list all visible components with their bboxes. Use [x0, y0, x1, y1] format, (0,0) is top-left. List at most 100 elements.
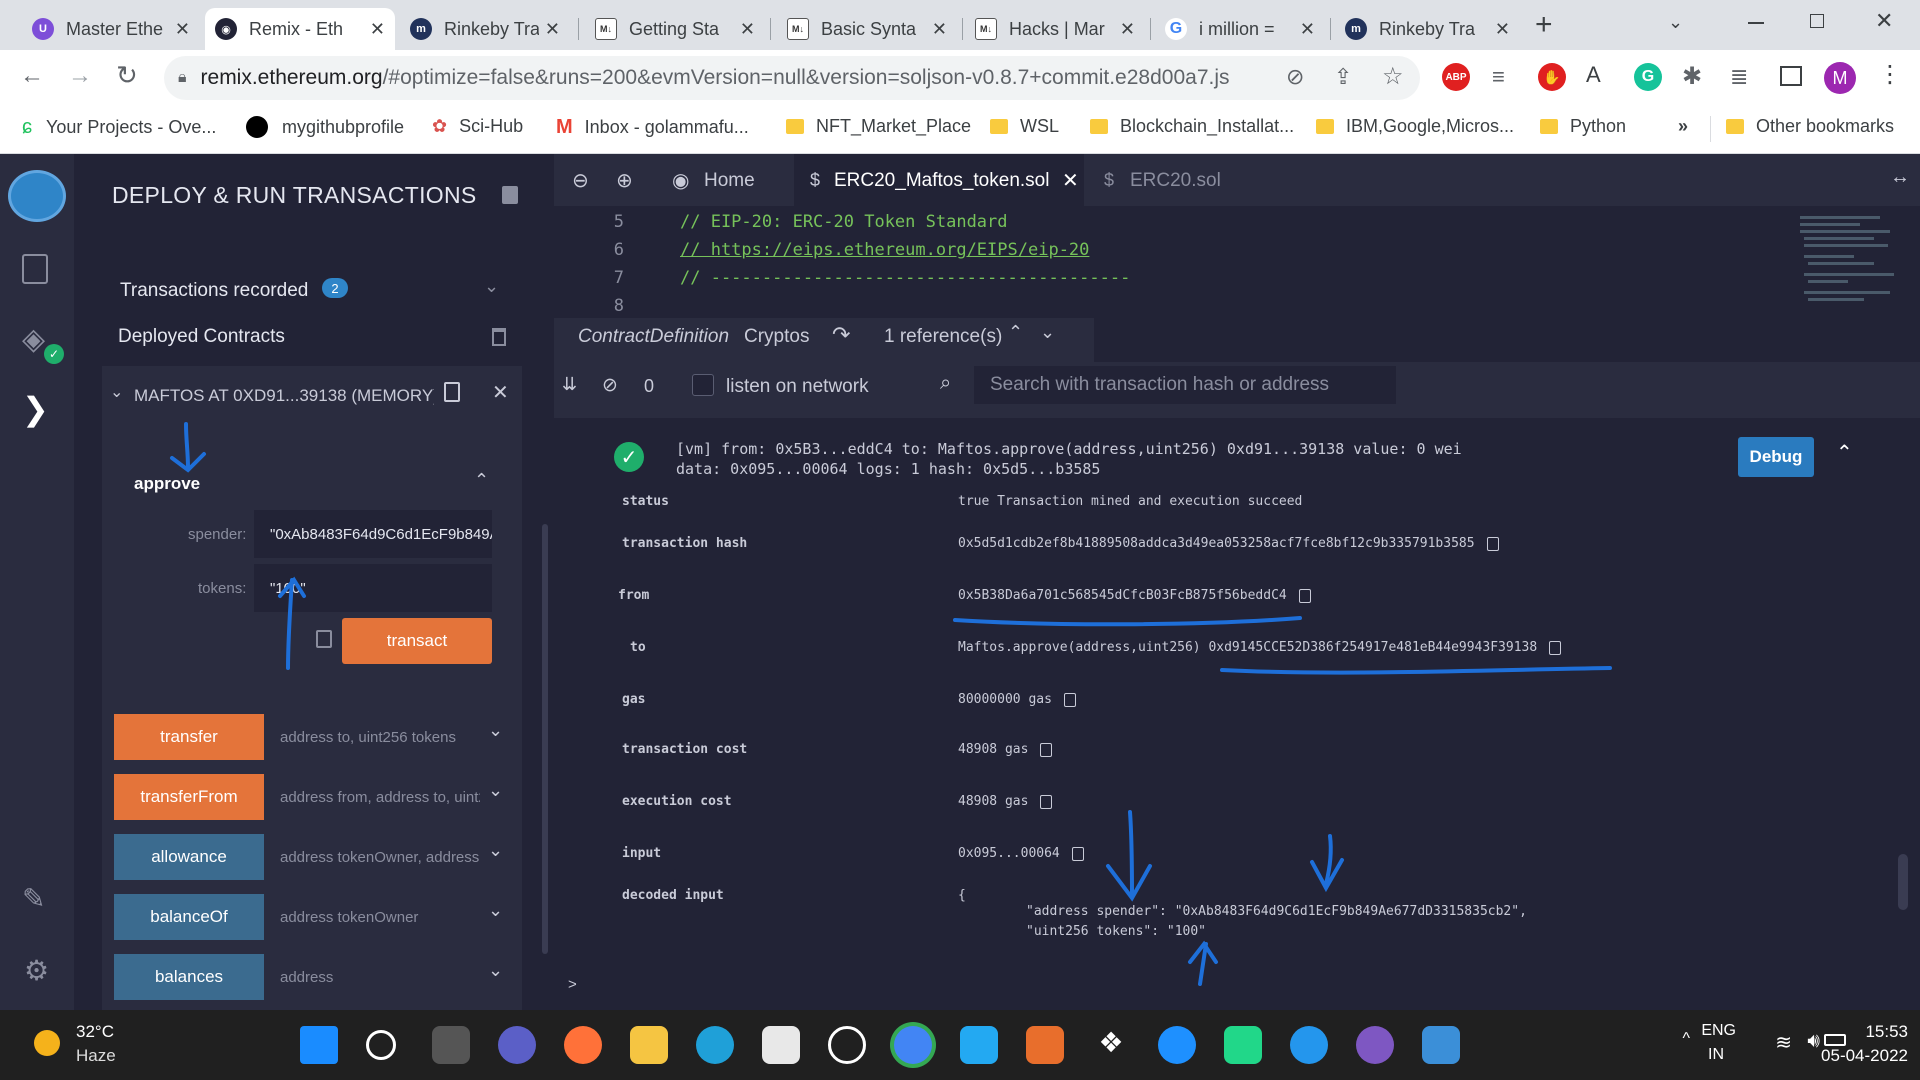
new-tab-icon[interactable]: +: [1535, 8, 1553, 42]
close-icon[interactable]: ✕: [1062, 168, 1079, 193]
chevron-down-icon[interactable]: ⌄: [488, 840, 503, 861]
close-icon[interactable]: ✕: [1495, 19, 1510, 40]
reading-list-icon[interactable]: ≣: [1730, 64, 1748, 90]
side-panel-scrollbar[interactable]: [542, 524, 548, 954]
close-icon[interactable]: ✕: [1120, 19, 1135, 40]
stop-extension-icon[interactable]: ✋: [1538, 63, 1566, 91]
chevron-down-icon[interactable]: ⌄: [1040, 322, 1055, 343]
zoom-out-icon[interactable]: ⊖: [572, 168, 589, 193]
terminal-scrollbar[interactable]: [1898, 854, 1908, 910]
transact-button[interactable]: transact: [342, 618, 492, 664]
tx-summary-line1[interactable]: [vm] from: 0x5B3...eddC4 to: Maftos.appr…: [676, 440, 1462, 458]
file-explorer-icon[interactable]: [22, 254, 48, 284]
battery-icon[interactable]: [1824, 1034, 1846, 1046]
tx-summary-line2[interactable]: data: 0x095...00064 logs: 1 hash: 0x5d5.…: [676, 460, 1100, 478]
solidity-compiler-icon[interactable]: ◈: [22, 322, 45, 357]
browser-tab-active[interactable]: ◉ Remix - Eth ✕: [205, 8, 395, 50]
profile-avatar[interactable]: M: [1824, 62, 1856, 94]
side-panel-icon[interactable]: [1780, 66, 1802, 86]
more-bookmarks-icon[interactable]: »: [1678, 116, 1688, 137]
balanceof-button[interactable]: balanceOf: [114, 894, 264, 940]
close-window-icon[interactable]: ✕: [1875, 8, 1893, 34]
bookmark-item[interactable]: mygithubprofile: [246, 116, 404, 138]
tab-home[interactable]: Home: [704, 170, 755, 192]
transfer-args-input[interactable]: address to, uint256 tokens: [264, 714, 480, 760]
copy-address-icon[interactable]: [444, 382, 460, 402]
weather-temperature[interactable]: 32°C: [76, 1022, 114, 1042]
balances-args-input[interactable]: address: [264, 954, 480, 1000]
extensions-puzzle-icon[interactable]: ✱: [1682, 62, 1702, 91]
teams-chat-icon[interactable]: [498, 1026, 536, 1064]
collapse-tx-icon[interactable]: ⌃: [1836, 440, 1853, 465]
collapse-terminal-icon[interactable]: ⇊: [562, 374, 577, 395]
browser-tab[interactable]: U Master Ethe ✕: [22, 8, 200, 50]
contract-instance-title[interactable]: MAFTOS AT 0XD91...39138 (MEMORY): [134, 386, 434, 406]
pycharm-icon[interactable]: [1224, 1026, 1262, 1064]
bookmark-folder[interactable]: Python: [1540, 116, 1626, 137]
postman-icon[interactable]: [1026, 1026, 1064, 1064]
grammarly-icon[interactable]: G: [1634, 63, 1662, 91]
close-icon[interactable]: ✕: [492, 380, 509, 405]
tray-overflow-icon[interactable]: ^: [1682, 1030, 1690, 1048]
chevron-down-icon[interactable]: ⌄: [484, 276, 499, 297]
bookmark-star-icon[interactable]: ☆: [1382, 62, 1404, 91]
vscode-icon[interactable]: [960, 1026, 998, 1064]
copy-icon[interactable]: [1040, 742, 1053, 757]
chrome-menu-icon[interactable]: ⋮: [1878, 60, 1902, 89]
copy-icon[interactable]: [1486, 536, 1499, 551]
copy-calldata-icon[interactable]: [316, 630, 332, 648]
go-to-definition-icon[interactable]: ↷: [832, 322, 850, 348]
settings-gear-icon[interactable]: ⚙: [24, 954, 49, 987]
copy-icon[interactable]: [1063, 692, 1076, 707]
copy-icon[interactable]: [1549, 640, 1562, 655]
bookmark-folder[interactable]: WSL: [990, 116, 1059, 137]
help-icon[interactable]: [1158, 1026, 1196, 1064]
bookmark-item[interactable]: ✿ Sci-Hub: [432, 116, 523, 137]
bookmark-item[interactable]: M Inbox - golammafu...: [556, 116, 749, 139]
github-desktop-icon[interactable]: [1356, 1026, 1394, 1064]
chevron-up-icon[interactable]: ⌃: [474, 470, 489, 491]
close-icon[interactable]: ✕: [1300, 19, 1315, 40]
close-icon[interactable]: ✕: [545, 19, 560, 40]
browser-tab[interactable]: M↓ Basic Synta ✕: [777, 8, 957, 50]
wifi-icon[interactable]: ≋: [1775, 1030, 1792, 1055]
tx-search-input[interactable]: Search with transaction hash or address: [974, 366, 1396, 404]
browser-tab[interactable]: M↓ Hacks | Mar ✕: [965, 8, 1145, 50]
close-icon[interactable]: ✕: [370, 19, 385, 40]
close-icon[interactable]: ✕: [175, 19, 190, 40]
volume-icon[interactable]: 🔊︎: [1807, 1030, 1820, 1053]
chevron-down-icon[interactable]: ⌄: [488, 960, 503, 981]
documentation-icon[interactable]: [502, 186, 518, 204]
chevron-up-icon[interactable]: ⌃: [1008, 322, 1023, 343]
eye-off-icon[interactable]: ⊘: [1286, 64, 1304, 90]
transactions-recorded-label[interactable]: Transactions recorded: [120, 280, 308, 302]
chrome-icon[interactable]: [894, 1026, 932, 1064]
copy-icon[interactable]: [1040, 794, 1053, 809]
reload-icon[interactable]: ↻: [116, 60, 138, 91]
start-menu-icon[interactable]: [300, 1026, 338, 1064]
chevron-down-icon[interactable]: ⌄: [488, 900, 503, 921]
firefox-icon[interactable]: [564, 1026, 602, 1064]
ms-store-icon[interactable]: [762, 1026, 800, 1064]
browser-tab[interactable]: M↓ Getting Sta ✕: [585, 8, 765, 50]
transferfrom-args-input[interactable]: address from, address to, uint256 tokens: [264, 774, 480, 820]
adblock-icon[interactable]: ABP: [1442, 63, 1470, 91]
photos-icon[interactable]: [1422, 1026, 1460, 1064]
deploy-run-icon[interactable]: ❯: [22, 390, 49, 428]
zoom-in-icon[interactable]: ⊕: [616, 168, 633, 193]
bookmark-folder[interactable]: IBM,Google,Micros...: [1316, 116, 1514, 137]
debug-button[interactable]: Debug: [1738, 437, 1814, 477]
unity-hub-icon[interactable]: [828, 1026, 866, 1064]
clear-console-icon[interactable]: ⊘: [602, 374, 618, 397]
browser-tab[interactable]: m Rinkeby Tra ✕: [1335, 8, 1520, 50]
weather-condition[interactable]: Haze: [76, 1046, 116, 1066]
restore-icon[interactable]: [1810, 14, 1824, 28]
language-primary[interactable]: ENG: [1701, 1022, 1736, 1040]
edge-icon[interactable]: [696, 1026, 734, 1064]
copy-icon[interactable]: [1298, 588, 1311, 603]
expand-arrows-icon[interactable]: ↔: [1890, 166, 1910, 189]
language-secondary[interactable]: IN: [1708, 1046, 1724, 1064]
listen-network-checkbox[interactable]: [692, 374, 714, 396]
dropbox-icon[interactable]: ❖: [1092, 1026, 1130, 1064]
tab-search-chevron-icon[interactable]: ⌄: [1668, 12, 1683, 33]
